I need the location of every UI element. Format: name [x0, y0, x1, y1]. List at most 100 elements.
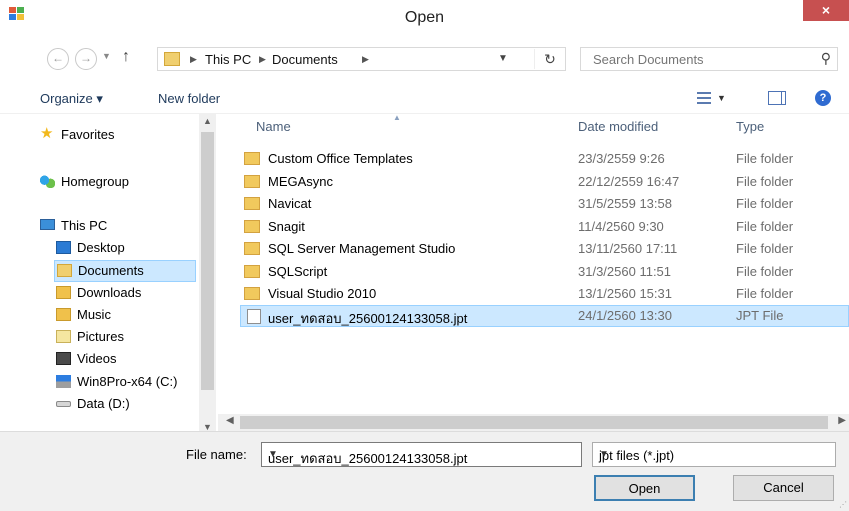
scrollbar-thumb[interactable]: [240, 416, 828, 429]
pictures-icon: [56, 330, 71, 343]
file-list-horizontal-scrollbar[interactable]: ◀ ▶: [218, 414, 849, 431]
file-name: user_ทดสอบ_25600124133058.jpt: [268, 311, 468, 326]
folder-icon: [164, 52, 180, 66]
address-dropdown-icon[interactable]: ▼: [498, 53, 508, 64]
scroll-up-icon[interactable]: ▲: [203, 116, 212, 126]
search-box[interactable]: ⚲: [580, 47, 838, 71]
file-name: MEGAsync: [268, 174, 334, 189]
file-type: File folder: [736, 219, 794, 234]
breadcrumb-this-pc[interactable]: This PC: [205, 52, 251, 67]
file-name: Custom Office Templates: [268, 151, 413, 166]
file-date: 31/3/2560 11:51: [578, 264, 672, 279]
file-date: 23/3/2559 9:26: [578, 151, 665, 166]
file-type-select[interactable]: jpt files (*.jpt) ▼: [592, 442, 836, 467]
file-row[interactable]: MEGAsync 22/12/2559 16:47 File folder: [240, 171, 849, 193]
file-name: SQLScript: [268, 264, 328, 279]
file-type: File folder: [736, 196, 794, 211]
folder-icon: [244, 197, 260, 210]
file-icon: [247, 309, 261, 324]
navigation-pane: ★ Favorites Homegroup This PC Desktop Do…: [0, 114, 218, 434]
sidebar-item-this-pc[interactable]: This PC: [40, 215, 190, 237]
back-button[interactable]: ←: [47, 48, 69, 70]
file-name-label: File name:: [186, 447, 247, 462]
sidebar-item-music[interactable]: Music: [56, 304, 196, 326]
breadcrumb-separator-icon: ▶: [190, 54, 197, 64]
cancel-button[interactable]: Cancel: [733, 475, 834, 501]
music-icon: [56, 308, 71, 321]
file-type: File folder: [736, 174, 794, 189]
chevron-down-icon[interactable]: ▼: [599, 449, 827, 460]
address-bar[interactable]: ▶ This PC ▶ Documents ▶ ▼ ↻: [157, 47, 566, 71]
file-row[interactable]: SQL Server Management Studio 13/11/2560 …: [240, 238, 849, 260]
column-header-date-modified[interactable]: Date modified: [578, 119, 658, 134]
file-list: Name Date modified Type Custom Office Te…: [232, 114, 849, 414]
file-date: 31/5/2559 13:58: [578, 196, 672, 211]
sidebar-item-documents[interactable]: Documents: [54, 260, 196, 282]
desktop-icon: [56, 241, 71, 254]
folder-icon: [244, 220, 260, 233]
view-dropdown-icon[interactable]: ▼: [717, 93, 726, 103]
breadcrumb-documents[interactable]: Documents: [272, 52, 338, 67]
view-options-icon[interactable]: [697, 92, 711, 104]
up-button[interactable]: ↑: [122, 48, 130, 66]
file-row[interactable]: SQLScript 31/3/2560 11:51 File folder: [240, 261, 849, 283]
new-folder-button[interactable]: New folder: [158, 91, 220, 106]
file-row[interactable]: Visual Studio 2010 13/1/2560 15:31 File …: [240, 283, 849, 305]
file-name: Snagit: [268, 219, 305, 234]
organize-button[interactable]: Organize ▾: [40, 91, 103, 107]
file-row-selected[interactable]: user_ทดสอบ_25600124133058.jpt 24/1/2560 …: [240, 305, 849, 327]
chevron-down-icon[interactable]: ▼: [268, 449, 573, 460]
file-type: File folder: [736, 241, 794, 256]
file-date: 13/1/2560 15:31: [578, 286, 672, 301]
file-row[interactable]: Navicat 31/5/2559 13:58 File folder: [240, 193, 849, 215]
resize-grip-icon[interactable]: ⋰: [839, 500, 847, 509]
column-header-name[interactable]: Name: [256, 119, 291, 134]
folder-icon: [244, 287, 260, 300]
sidebar-item-videos[interactable]: Videos: [56, 348, 196, 370]
file-type: File folder: [736, 264, 794, 279]
scroll-right-icon[interactable]: ▶: [838, 415, 846, 426]
folder-icon: [244, 152, 260, 165]
documents-icon: [57, 264, 72, 277]
sidebar-item-downloads[interactable]: Downloads: [56, 282, 196, 304]
videos-icon: [56, 352, 71, 365]
sidebar-item-favorites[interactable]: ★ Favorites: [40, 124, 190, 146]
sidebar-item-homegroup[interactable]: Homegroup: [40, 171, 190, 193]
refresh-button[interactable]: ↻: [534, 49, 565, 69]
sidebar-item-drive-d[interactable]: Data (D:): [56, 393, 196, 415]
downloads-icon: [56, 286, 71, 299]
file-date: 22/12/2559 16:47: [578, 174, 680, 189]
close-button[interactable]: ×: [803, 0, 849, 21]
file-type: JPT File: [736, 308, 784, 323]
scrollbar-thumb[interactable]: [201, 132, 214, 390]
file-name-combobox[interactable]: user_ทดสอบ_25600124133058.jpt ▼: [261, 442, 582, 467]
file-date: 11/4/2560 9:30: [578, 219, 664, 234]
toolbar: Organize ▾ New folder ▼ ?: [0, 83, 849, 114]
title-bar: Open ×: [0, 0, 849, 34]
file-name: Navicat: [268, 196, 312, 211]
open-button[interactable]: Open: [594, 475, 695, 501]
search-icon[interactable]: ⚲: [821, 50, 831, 67]
sidebar-item-pictures[interactable]: Pictures: [56, 326, 196, 348]
drive-c-icon: [56, 375, 71, 388]
navigation-pane-scrollbar[interactable]: ▲ ▼: [199, 114, 216, 434]
search-input[interactable]: [581, 48, 806, 70]
preview-pane-icon[interactable]: [768, 91, 786, 105]
scroll-left-icon[interactable]: ◀: [226, 415, 234, 426]
forward-button[interactable]: →: [75, 48, 97, 70]
file-row[interactable]: Custom Office Templates 23/3/2559 9:26 F…: [240, 148, 849, 170]
folder-icon: [244, 175, 260, 188]
folder-icon: [244, 265, 260, 278]
sidebar-item-desktop[interactable]: Desktop: [56, 237, 196, 259]
computer-icon: [40, 219, 55, 230]
column-header-type[interactable]: Type: [736, 119, 764, 134]
window-title: Open: [404, 9, 445, 26]
file-type: File folder: [736, 151, 794, 166]
help-icon[interactable]: ?: [815, 90, 831, 106]
file-name: Visual Studio 2010: [268, 286, 377, 301]
recent-locations-dropdown[interactable]: ▼: [102, 51, 111, 61]
file-date: 24/1/2560 13:30: [578, 308, 672, 323]
sidebar-item-drive-c[interactable]: Win8Pro-x64 (C:): [56, 371, 196, 393]
drive-d-icon: [56, 401, 71, 407]
file-row[interactable]: Snagit 11/4/2560 9:30 File folder: [240, 216, 849, 238]
